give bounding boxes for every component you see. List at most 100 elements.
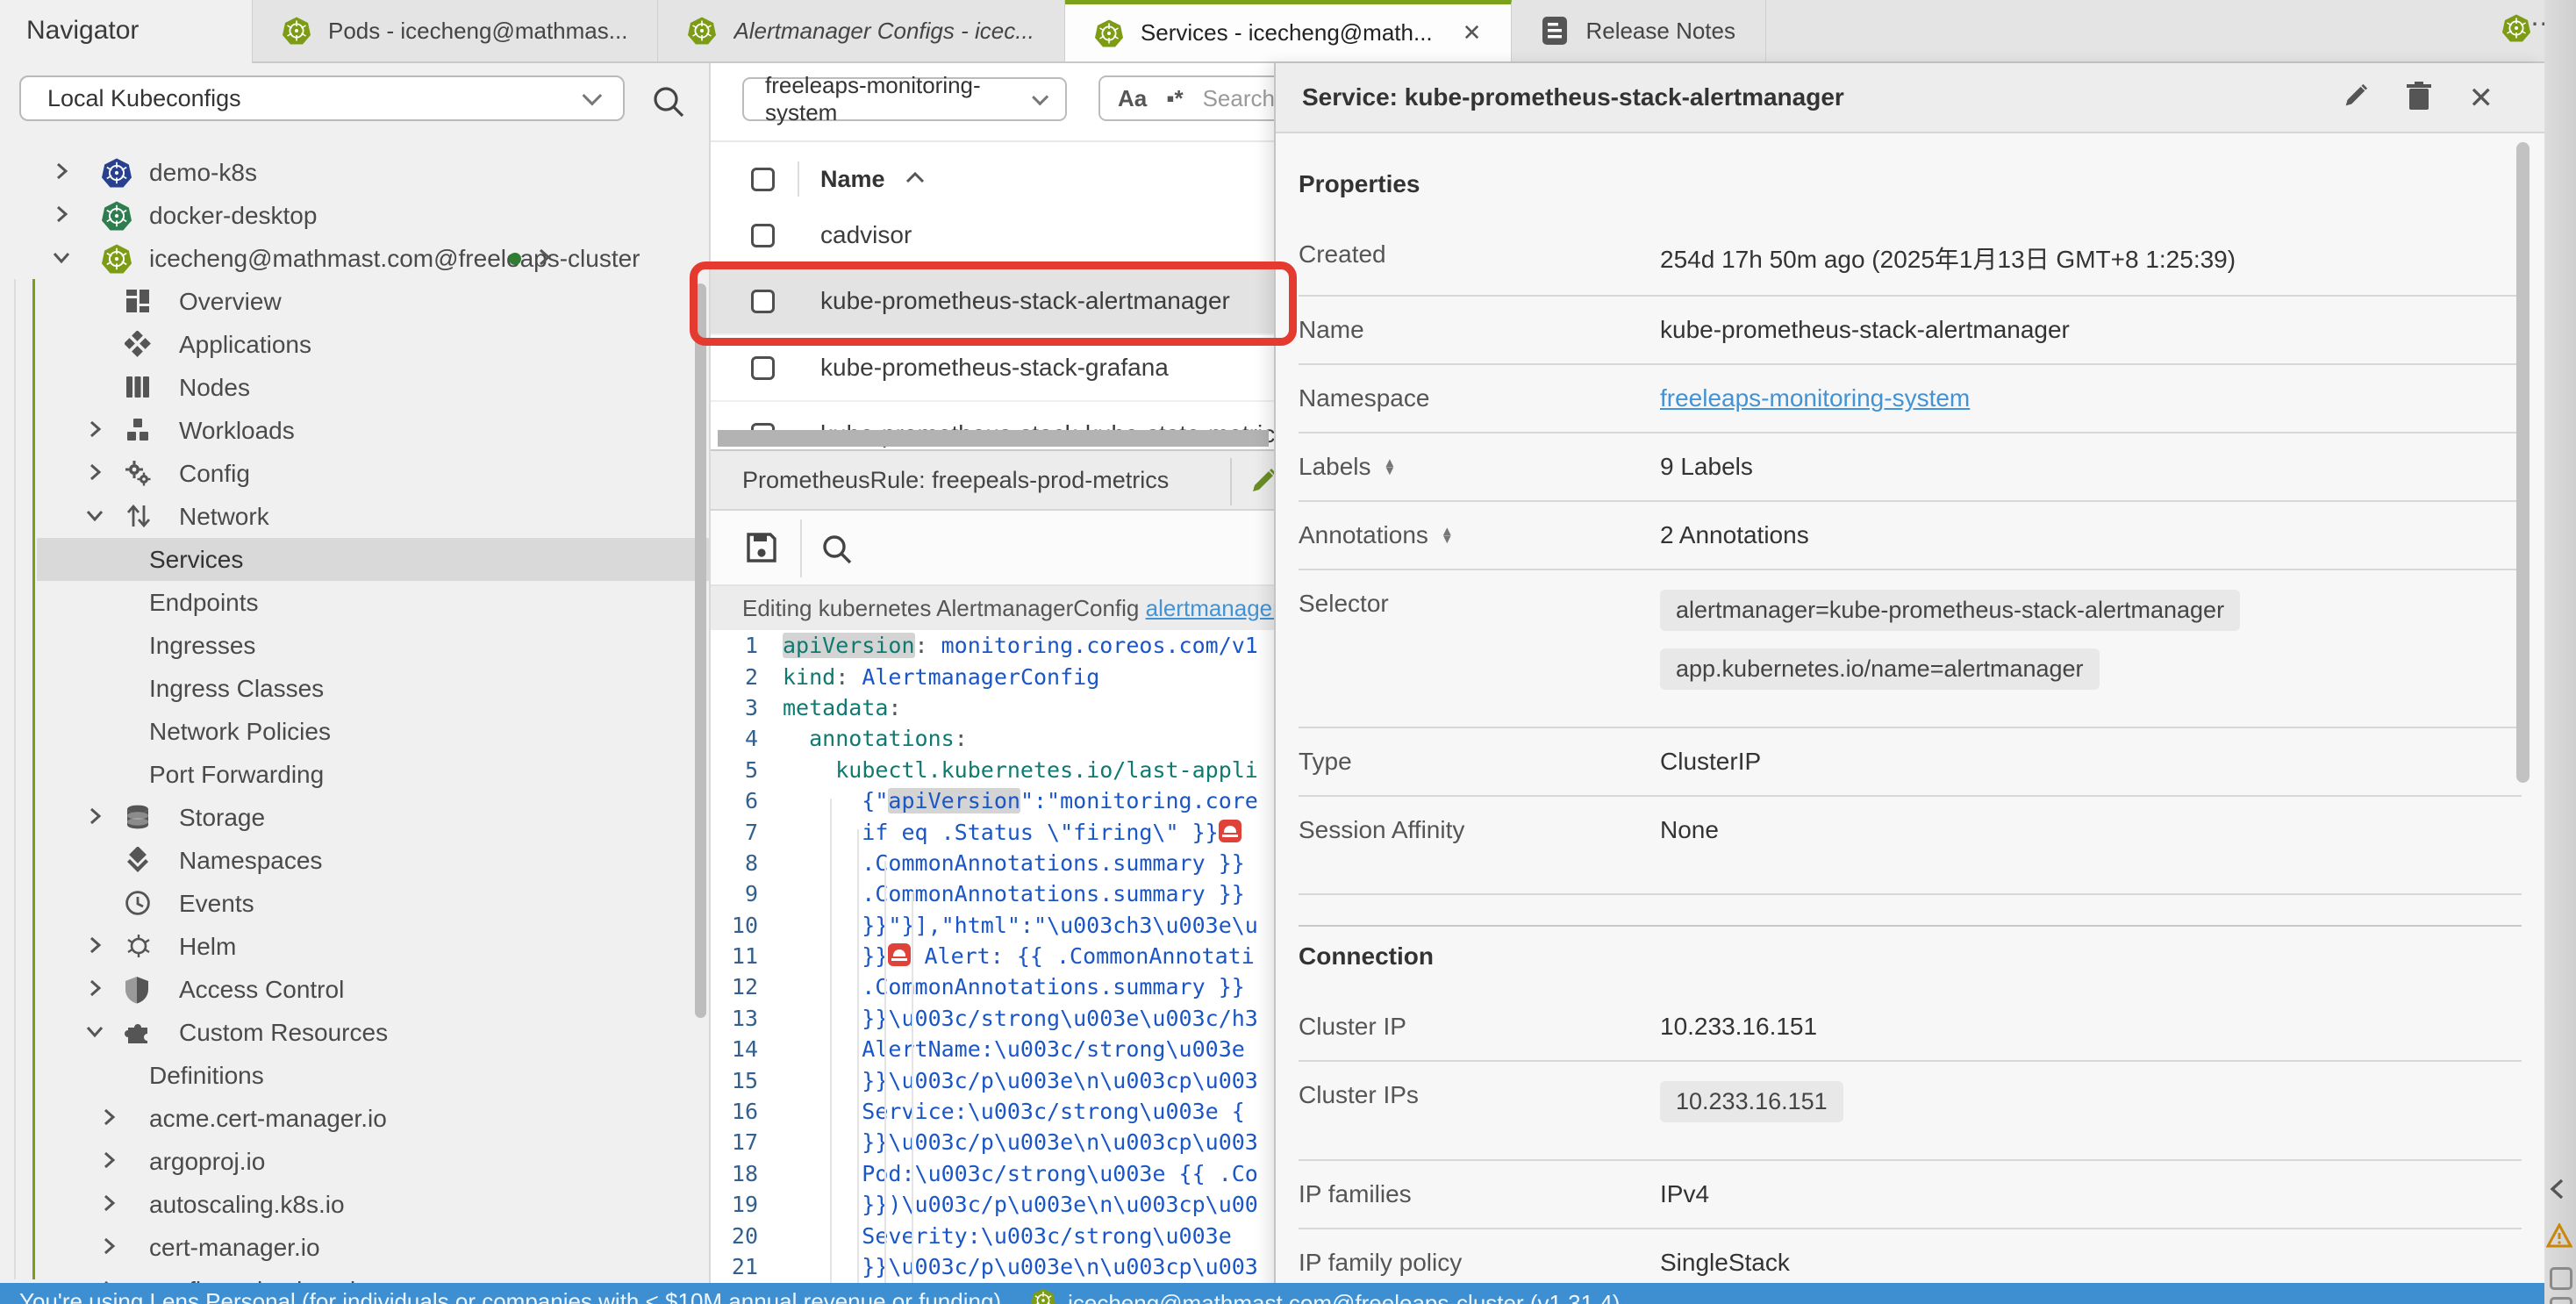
sidebar-item-cert-manager-io[interactable]: cert-manager.io: [0, 1226, 711, 1269]
namespace-link[interactable]: freeleaps-monitoring-system: [1660, 384, 1970, 412]
service-row[interactable]: cadvisor: [711, 204, 1274, 269]
select-all-checkbox[interactable]: [751, 168, 775, 191]
sidebar-item-ingresses[interactable]: Ingresses: [0, 624, 711, 667]
line-number: 6: [711, 788, 783, 813]
save-icon[interactable]: [744, 530, 779, 570]
details-scrollbar[interactable]: [2516, 142, 2529, 783]
chevron-down-icon: [583, 86, 603, 106]
sidebar-item-ingress-classes[interactable]: Ingress Classes: [0, 667, 711, 710]
edit-pencil-icon[interactable]: [1248, 467, 1274, 501]
sidebar-item-argoproj-io[interactable]: argoproj.io: [0, 1140, 711, 1183]
service-row[interactable]: kube-prometheus-stack-alertmanager: [711, 269, 1274, 335]
sidebar-item-configuration-konghq-com[interactable]: configuration.konghq.com: [0, 1269, 711, 1283]
sort-asc-icon[interactable]: [905, 170, 926, 189]
chevron-right-icon[interactable]: [533, 246, 555, 274]
search-input[interactable]: Aa ▪* Search: [1098, 75, 1274, 121]
section-heading: Connection: [1299, 927, 2522, 993]
chevron-right-icon[interactable]: [84, 461, 111, 487]
code-line: 15 }}\u003c/p\u003e\n\u003cp\u003: [711, 1064, 1274, 1095]
sidebar-item-custom-resources[interactable]: Custom Resources: [0, 1011, 711, 1054]
sidebar-item-label: docker-desktop: [149, 202, 317, 230]
sidebar-item-autoscaling-k8s-io[interactable]: autoscaling.k8s.io: [0, 1183, 711, 1226]
sidebar-item-docker-desktop[interactable]: docker-desktop: [0, 194, 711, 237]
sidebar-item-network-policies[interactable]: Network Policies: [0, 710, 711, 753]
match-case-toggle[interactable]: Aa: [1118, 85, 1147, 112]
tab-3[interactable]: Services - icecheng@math...✕: [1065, 0, 1513, 61]
service-row[interactable]: kube-prometheus-stack-grafana: [711, 335, 1274, 402]
detail-row-session-affinity: Session AffinityNone: [1299, 797, 2522, 895]
sidebar-item-storage[interactable]: Storage: [0, 796, 711, 839]
row-checkbox[interactable]: [751, 290, 775, 313]
row-checkbox[interactable]: [751, 224, 775, 247]
chevron-right-icon[interactable]: [84, 805, 111, 831]
sidebar-item-helm[interactable]: Helm: [0, 925, 711, 968]
line-number: 10: [711, 913, 783, 938]
sidebar-item-services[interactable]: Services: [37, 538, 711, 581]
editor-dock-title[interactable]: PrometheusRule: freepeals-prod-metrics: [742, 467, 1169, 494]
sidebar-item-label: Services: [149, 546, 243, 574]
sidebar-item-workloads[interactable]: Workloads: [0, 409, 711, 452]
sidebar-item-label: configuration.konghq.com: [149, 1277, 431, 1284]
sidebar-item-demo-k8s[interactable]: demo-k8s: [0, 151, 711, 194]
sidebar-item-icecheng-mathmast-com-freeleaps-cluster[interactable]: icecheng@mathmast.com@freeleaps-cluster: [0, 237, 711, 280]
sidebar-item-port-forwarding[interactable]: Port Forwarding: [0, 753, 711, 796]
sidebar-item-endpoints[interactable]: Endpoints: [0, 581, 711, 624]
sort-updown-icon[interactable]: ▲▼: [1441, 527, 1454, 543]
detail-value: 254d 17h 50m ago (2025年1月13日 GMT+8 1:25:…: [1660, 240, 2236, 276]
chevron-right-icon[interactable]: [98, 1106, 125, 1132]
chevron-right-icon[interactable]: [84, 418, 111, 444]
sidebar-item-config[interactable]: Config: [0, 452, 711, 495]
chevron-left-icon[interactable]: [2546, 1178, 2569, 1205]
partial-control-icon[interactable]: [2550, 1267, 2572, 1290]
chevron-right-icon[interactable]: [98, 1149, 125, 1175]
overflow-tab[interactable]: [2502, 14, 2530, 42]
sidebar-item-network[interactable]: Network: [0, 495, 711, 538]
detail-row-ip-families: IP familiesIPv4: [1299, 1161, 2522, 1229]
indent-guide: [830, 799, 832, 1283]
line-number: 7: [711, 820, 783, 845]
search-icon[interactable]: [651, 84, 686, 124]
edit-pencil-icon[interactable]: [2341, 82, 2369, 115]
tab-4[interactable]: Release Notes: [1512, 0, 1766, 61]
editor-search-icon[interactable]: [819, 532, 855, 571]
warning-triangle-icon[interactable]: [2546, 1223, 2572, 1252]
detail-value: 2 Annotations: [1660, 521, 1809, 549]
name-column-header[interactable]: Name: [820, 166, 885, 193]
chevron-down-icon[interactable]: [51, 246, 77, 272]
tab-1[interactable]: Pods - icecheng@mathmas...: [252, 0, 658, 61]
chevron-right-icon[interactable]: [51, 160, 77, 186]
access-icon: [125, 976, 149, 1010]
sidebar-item-nodes[interactable]: Nodes: [0, 366, 711, 409]
partial-control-icon[interactable]: [2550, 1297, 2572, 1304]
regex-toggle[interactable]: ▪*: [1166, 85, 1183, 112]
chevron-right-icon[interactable]: [84, 934, 111, 960]
horizontal-scrollbar[interactable]: [718, 430, 1269, 447]
sidebar-item-overview[interactable]: Overview: [0, 280, 711, 323]
yaml-editor[interactable]: 1 apiVersion: monitoring.coreos.com/v12 …: [711, 630, 1274, 1283]
sidebar-item-access-control[interactable]: Access Control: [0, 968, 711, 1011]
chevron-right-icon[interactable]: [98, 1235, 125, 1261]
sidebar-item-definitions[interactable]: Definitions: [0, 1054, 711, 1097]
close-tab-icon[interactable]: ✕: [1463, 19, 1482, 47]
chevron-down-icon[interactable]: [84, 1020, 111, 1046]
namespace-select[interactable]: freeleaps-monitoring-system: [742, 77, 1067, 121]
tab-2[interactable]: Alertmanager Configs - icec...: [658, 0, 1064, 61]
close-icon[interactable]: ✕: [2469, 81, 2494, 116]
chevron-right-icon[interactable]: [98, 1192, 125, 1218]
alertmanager-config-link[interactable]: alertmanager: [1146, 595, 1274, 622]
chevron-right-icon[interactable]: [51, 203, 77, 229]
service-details-panel: Service: kube-prometheus-stack-alertmana…: [1274, 63, 2544, 1304]
kubeconfig-select[interactable]: Local Kubeconfigs: [19, 75, 625, 121]
sort-updown-icon[interactable]: ▲▼: [1384, 459, 1397, 475]
editor-toolbar: [711, 511, 1274, 586]
row-checkbox[interactable]: [751, 356, 775, 380]
chevron-right-icon[interactable]: [84, 977, 111, 1003]
sidebar-item-namespaces[interactable]: Namespaces: [0, 839, 711, 882]
sidebar-item-events[interactable]: Events: [0, 882, 711, 925]
sidebar-item-acme-cert-manager-io[interactable]: acme.cert-manager.io: [0, 1097, 711, 1140]
chevron-down-icon[interactable]: [84, 504, 111, 530]
delete-trash-icon[interactable]: [2406, 82, 2432, 116]
sidebar-item-applications[interactable]: Applications: [0, 323, 711, 366]
line-number: 15: [711, 1068, 783, 1093]
sidebar-scrollbar[interactable]: [695, 283, 706, 1018]
